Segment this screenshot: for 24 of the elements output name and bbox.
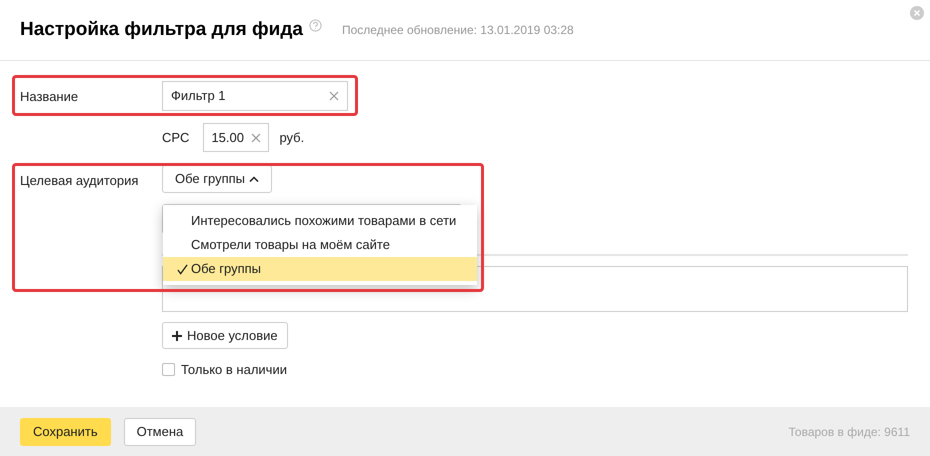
clear-icon[interactable] [251,132,262,142]
field-label: Название [20,88,80,106]
field-label: Целевая аудитория [20,172,140,190]
dialog-title: Настройка фильтра для фида [20,18,303,42]
dropdown-option[interactable]: Обе группы [163,257,477,281]
audience-dropdown-button[interactable]: Обе группы [162,165,272,193]
dropdown-option[interactable]: Смотрели товары на моём сайте [163,233,477,257]
name-input-field[interactable]: Фильтр 1 [162,81,348,111]
caret-icon [249,176,260,182]
cpc-input-field[interactable]: 15.00 [203,123,270,152]
save-button[interactable]: Сохранить [20,418,111,446]
checkbox-label: Только в наличии [181,361,287,379]
item-count-text: Товаров в фиде: 9611 [788,424,910,440]
help-icon[interactable] [308,18,322,32]
cpc-label: CPC [162,128,190,147]
last-update-text: Последнее обновление: 13.01.2019 03:28 [342,22,574,39]
cancel-button[interactable]: Отмена [124,418,196,446]
checkbox[interactable] [162,363,175,376]
close-icon[interactable] [910,6,924,20]
clear-icon[interactable] [329,91,339,101]
currency-label: руб. [279,128,304,147]
plus-icon [172,330,182,340]
dropdown-option[interactable]: Интересовались похожими товарами в сети [163,209,477,233]
new-condition-button[interactable]: Новое условие [162,322,288,349]
